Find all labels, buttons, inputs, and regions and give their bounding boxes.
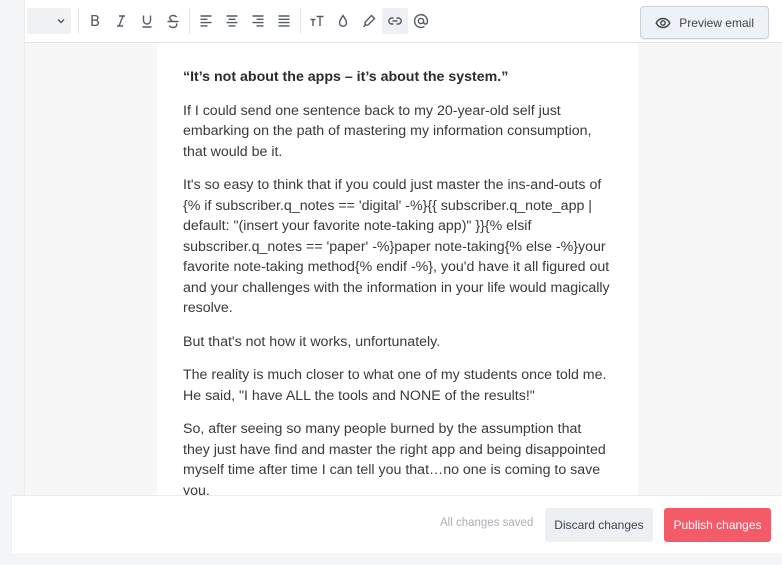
align-center-icon — [226, 15, 238, 27]
save-status: All changes saved — [440, 517, 534, 529]
strikethrough-button[interactable] — [160, 8, 186, 34]
align-right-button[interactable] — [245, 8, 271, 34]
preview-email-button[interactable]: Preview email — [640, 6, 769, 39]
toolbar-divider — [300, 8, 301, 34]
body-paragraph[interactable]: So, after seeing so many people burned b… — [183, 419, 612, 495]
align-left-button[interactable] — [193, 8, 219, 34]
body-paragraph[interactable]: It's so easy to think that if you could … — [183, 175, 612, 319]
align-justify-button[interactable] — [271, 8, 297, 34]
text-color-button[interactable] — [330, 8, 356, 34]
highlighter-icon — [362, 14, 376, 28]
email-editor-window: B Preview email “It’s not about the apps… — [0, 0, 782, 565]
font-size-icon — [310, 15, 324, 26]
body-paragraph[interactable]: If I could send one sentence back to my … — [183, 101, 612, 163]
align-justify-icon — [278, 15, 290, 27]
link-button[interactable] — [382, 8, 408, 34]
eye-icon — [655, 17, 671, 28]
bold-button[interactable]: B — [82, 8, 108, 34]
highlight-button[interactable] — [356, 8, 382, 34]
discard-changes-button[interactable]: Discard changes — [545, 508, 653, 542]
link-icon — [388, 17, 402, 25]
italic-icon — [117, 15, 125, 27]
mention-button[interactable] — [408, 8, 434, 34]
align-left-icon — [200, 15, 212, 27]
chevron-down-icon — [57, 19, 65, 24]
strikethrough-icon — [167, 14, 179, 29]
underline-button[interactable] — [134, 8, 160, 34]
body-paragraph[interactable]: “It’s not about the apps – it’s about th… — [183, 67, 612, 88]
body-paragraph[interactable]: But that's not how it works, unfortunate… — [183, 332, 612, 353]
toolbar-divider — [78, 8, 79, 34]
email-body[interactable]: “It’s not about the apps – it’s about th… — [157, 43, 638, 495]
body-paragraph[interactable]: The reality is much closer to what one o… — [183, 365, 612, 406]
formatting-toolbar: B Preview email — [25, 0, 782, 43]
editor-canvas: “It’s not about the apps – it’s about th… — [25, 43, 782, 495]
paragraph-format-select[interactable] — [27, 8, 71, 34]
italic-button[interactable] — [108, 8, 134, 34]
preview-email-label: Preview email — [679, 15, 754, 30]
bold-icon: B — [89, 12, 101, 30]
editor-panel: B Preview email “It’s not about the apps… — [24, 0, 782, 495]
underline-icon — [142, 15, 152, 28]
font-size-button[interactable] — [304, 8, 330, 34]
at-sign-icon — [413, 13, 429, 29]
text-color-drop-icon — [338, 14, 348, 27]
toolbar-divider — [189, 8, 190, 34]
align-center-button[interactable] — [219, 8, 245, 34]
publish-changes-button[interactable]: Publish changes — [664, 508, 771, 542]
action-bar: All changes saved Discard changes Publis… — [11, 495, 782, 553]
align-right-icon — [252, 15, 264, 27]
